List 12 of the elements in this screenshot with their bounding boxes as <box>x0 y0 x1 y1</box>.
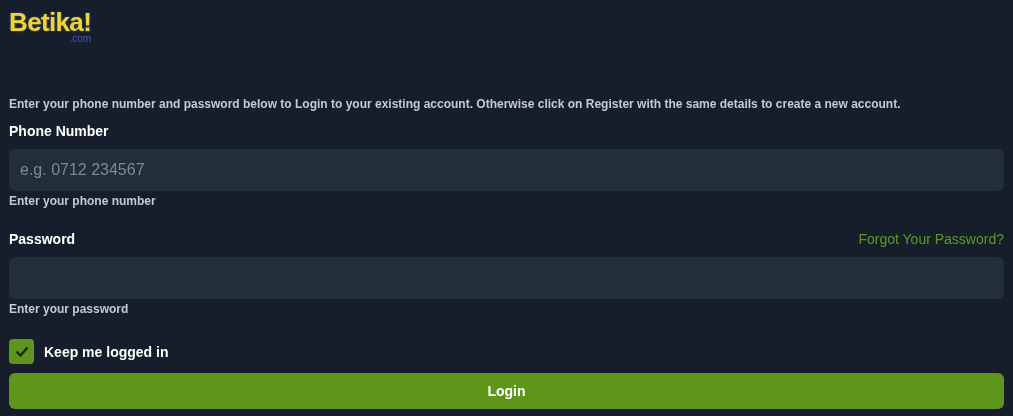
field-hint: Enter your phone number <box>9 193 156 209</box>
checkmark-icon <box>14 346 29 357</box>
login-button[interactable]: Login <box>9 373 1004 409</box>
logo[interactable]: Betika! .com <box>9 8 92 44</box>
instruction-text: Enter your phone number and password below to Login to your existing account. Otherwise click on Register with the same details to create a new account. <box>9 96 902 112</box>
phone-input[interactable]: e.g. 0712 234567 <box>9 149 1004 191</box>
checkbox-label: Keep me logged in <box>44 342 169 361</box>
field-hint: Enter your password <box>9 301 129 317</box>
field-label: Password <box>9 230 76 248</box>
checkbox[interactable] <box>9 339 34 364</box>
field-label: Phone Number <box>9 122 109 140</box>
forgot-password-link[interactable]: Forgot Your Password? <box>858 230 1004 248</box>
